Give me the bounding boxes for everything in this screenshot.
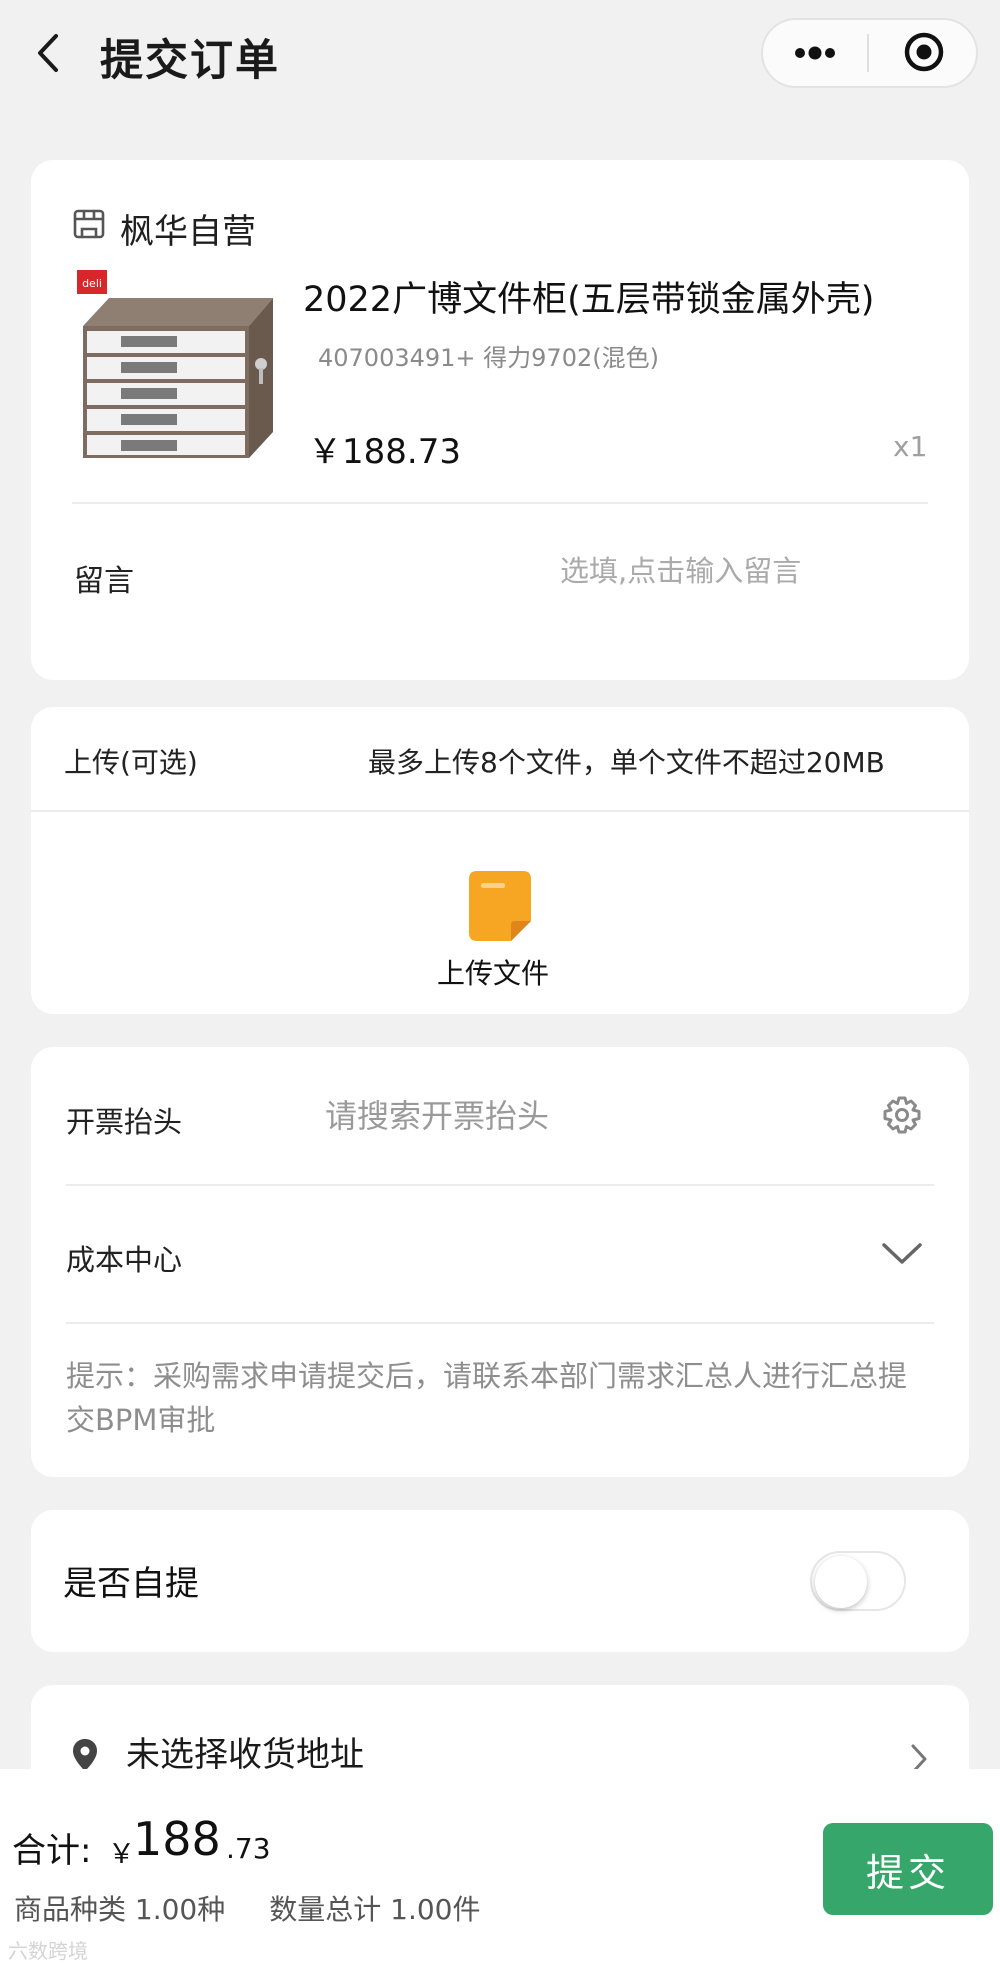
store-name: 枫华自营 [120, 212, 256, 252]
submit-button[interactable]: 提交 [823, 1823, 993, 1915]
store-icon [72, 207, 106, 241]
upload-label: 上传(可选) [64, 746, 198, 779]
product-spec: 407003491+ 得力9702(混色) [318, 344, 659, 372]
more-dots-icon[interactable] [790, 38, 840, 68]
invoice-title-label: 开票抬头 [66, 1105, 183, 1139]
divider [72, 502, 928, 504]
message-label: 留言 [74, 564, 134, 599]
file-icon[interactable] [467, 869, 533, 943]
upload-hint: 最多上传8个文件，单个文件不超过20MB [368, 746, 885, 779]
total-label: 合计: [12, 1831, 92, 1871]
toggle-knob [815, 1556, 867, 1608]
item-kinds: 商品种类 1.00种 [14, 1893, 226, 1926]
back-icon[interactable] [30, 28, 70, 78]
capsule-divider [867, 34, 869, 72]
close-target-icon[interactable] [903, 31, 945, 73]
self-pickup-label: 是否自提 [63, 1564, 199, 1604]
submission-tip: 提示：采购需求申请提交后，请联系本部门需求汇总人进行汇总提交BPM审批 [66, 1359, 908, 1437]
product-title[interactable]: 2022广博文件柜(五层带锁金属外壳) [303, 271, 874, 322]
divider [66, 1184, 934, 1186]
product-quantity: x1 [893, 430, 928, 463]
self-pickup-toggle[interactable] [810, 1551, 906, 1611]
upload-file-button[interactable]: 上传文件 [437, 952, 549, 992]
message-input[interactable] [560, 550, 860, 592]
gear-icon[interactable] [882, 1095, 922, 1135]
total-amount-decimal: .73 [226, 1832, 271, 1865]
chevron-down-icon[interactable] [880, 1240, 924, 1268]
watermark: 六数跨境 [8, 1939, 88, 1963]
invoice-title-search-input[interactable] [325, 1093, 745, 1139]
location-pin-icon [72, 1738, 98, 1772]
product-image[interactable]: deli [73, 268, 288, 478]
deli-logo-text: deli [82, 277, 102, 290]
product-price: ￥188.73 [308, 432, 461, 472]
cost-center-label[interactable]: 成本中心 [66, 1237, 182, 1279]
total-currency: ￥ [108, 1839, 135, 1870]
divider [31, 810, 969, 812]
page-title: 提交订单 [100, 36, 280, 86]
order-summary: 商品种类 1.00种 数量总计 1.00件 [14, 1888, 525, 1928]
divider [66, 1322, 934, 1324]
item-quantity-total: 数量总计 1.00件 [269, 1893, 481, 1926]
total-amount-integer: 188 [133, 1812, 221, 1866]
